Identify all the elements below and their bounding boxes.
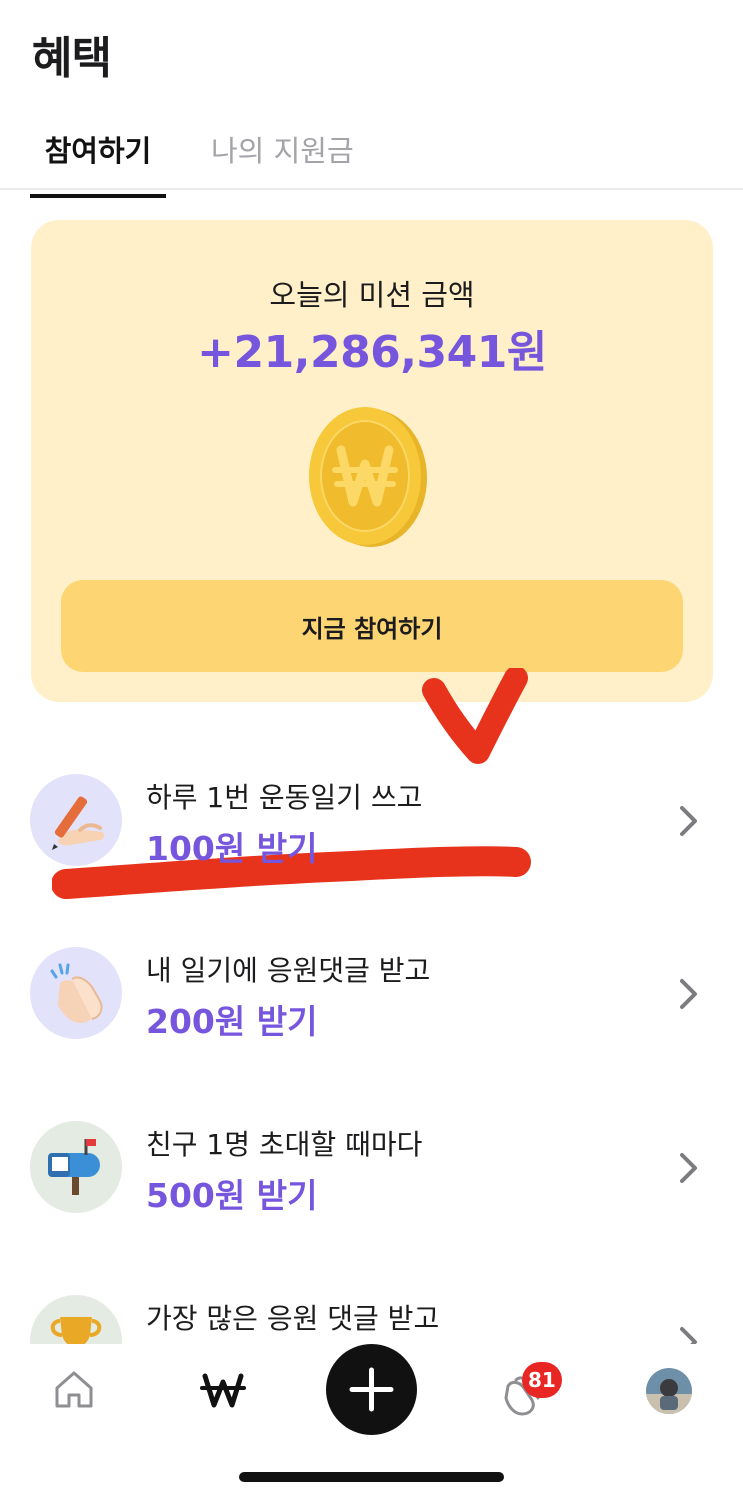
plus-icon xyxy=(349,1367,394,1412)
chevron-right-icon xyxy=(680,979,697,1009)
bottom-nav: 81 xyxy=(0,1344,743,1497)
clapping-hands-icon xyxy=(30,947,122,1039)
notification-badge: 81 xyxy=(522,1362,562,1398)
home-icon[interactable] xyxy=(52,1368,96,1410)
page-title: 혜택 xyxy=(32,33,112,84)
benefit-title: 친구 1명 초대할 때마다 xyxy=(146,1128,423,1161)
benefit-title: 하루 1번 운동일기 쓰고 xyxy=(146,781,423,814)
tab-participate[interactable]: 참여하기 xyxy=(30,128,166,198)
tab-bar: 참여하기 나의 지원금 xyxy=(0,118,743,198)
chevron-right-icon xyxy=(680,806,697,836)
chevron-right-icon xyxy=(680,1153,697,1183)
profile-avatar[interactable] xyxy=(646,1368,692,1414)
join-now-button[interactable]: 지금 참여하기 xyxy=(61,580,683,672)
won-icon[interactable] xyxy=(200,1370,246,1410)
benefit-title: 내 일기에 응원댓글 받고 xyxy=(146,954,431,987)
add-button[interactable] xyxy=(326,1344,417,1435)
red-check-annotation xyxy=(422,668,528,764)
benefit-reward: 500원 받기 xyxy=(146,1176,318,1215)
mission-label: 오늘의 미션 금액 xyxy=(269,278,475,312)
pencil-hand-icon xyxy=(30,774,122,866)
tab-my-support[interactable]: 나의 지원금 xyxy=(211,128,354,186)
benefit-item-exercise-diary[interactable]: 하루 1번 운동일기 쓰고 100원 받기 xyxy=(0,774,743,894)
benefit-reward: 100원 받기 xyxy=(146,829,318,868)
benefit-title: 가장 많은 응원 댓글 받고 xyxy=(146,1302,440,1335)
mission-card: 오늘의 미션 금액 +21,286,341원 지금 참여하기 xyxy=(31,220,713,702)
won-coin-icon xyxy=(309,407,427,547)
benefit-item-invite-friend[interactable]: 친구 1명 초대할 때마다 500원 받기 xyxy=(0,1121,743,1241)
home-indicator xyxy=(239,1472,504,1482)
benefit-item-cheer-comment[interactable]: 내 일기에 응원댓글 받고 200원 받기 xyxy=(0,947,743,1067)
mailbox-icon xyxy=(30,1121,122,1213)
mission-amount: +21,286,341원 xyxy=(197,327,547,378)
benefit-reward: 200원 받기 xyxy=(146,1002,318,1041)
